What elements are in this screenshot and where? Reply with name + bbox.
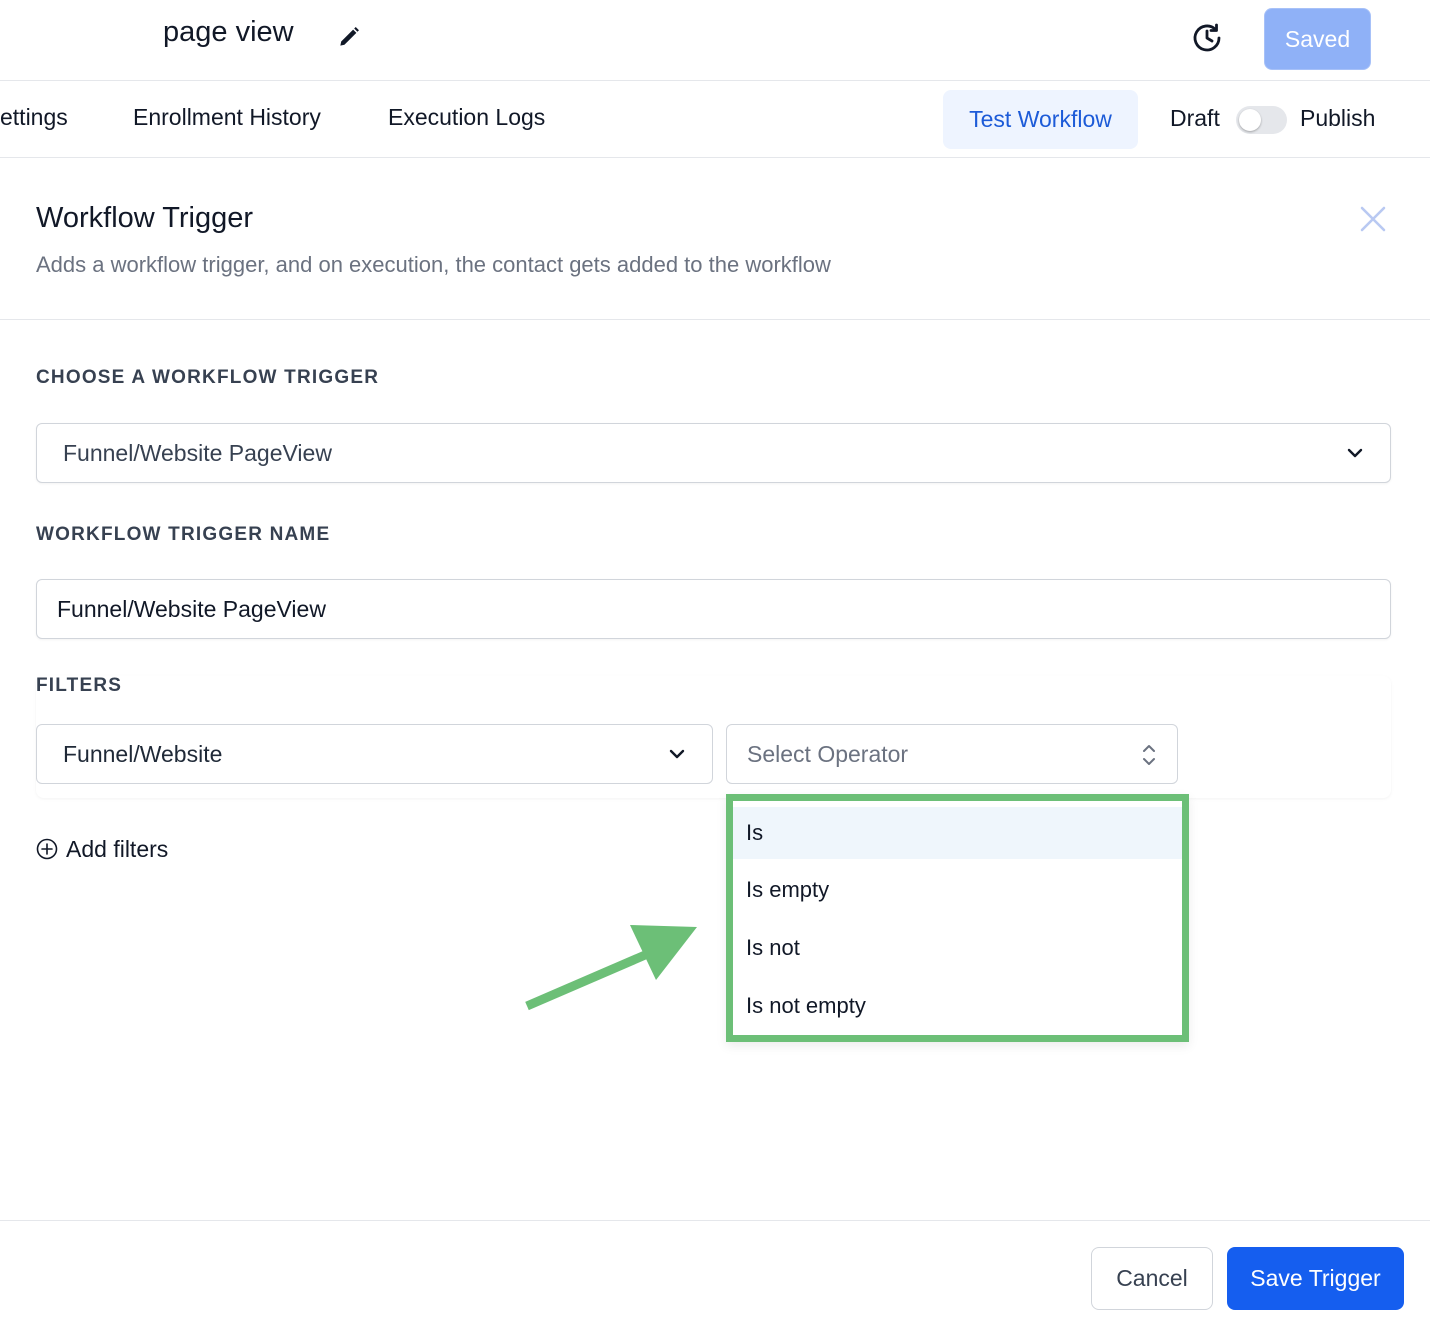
toggle-knob [1239, 109, 1261, 131]
trigger-name-label: WORKFLOW TRIGGER NAME [36, 524, 331, 545]
draft-label: Draft [1170, 105, 1220, 131]
cancel-button[interactable]: Cancel [1091, 1247, 1213, 1310]
add-filters-button[interactable]: Add filters [36, 834, 168, 864]
choose-trigger-label: CHOOSE A WORKFLOW TRIGGER [36, 367, 380, 388]
tab-enrollment-history[interactable]: Enrollment History [133, 104, 321, 131]
panel-subtitle: Adds a workflow trigger, and on executio… [36, 252, 831, 277]
workflow-title[interactable]: page view [163, 16, 294, 49]
workflow-editor: page view Saved ettings Enrollment Histo… [0, 0, 1430, 1336]
pencil-icon[interactable] [336, 24, 362, 50]
trigger-name-input[interactable]: Funnel/Website PageView [36, 579, 1391, 639]
add-filters-label: Add filters [66, 835, 169, 862]
chevron-down-icon [1347, 448, 1363, 458]
operator-dropdown: Is Is empty Is not Is not empty [726, 794, 1189, 1042]
saved-button[interactable]: Saved [1264, 8, 1371, 70]
operator-select[interactable]: Select Operator [726, 724, 1178, 784]
trigger-name-value: Funnel/Website PageView [57, 596, 326, 622]
close-icon[interactable] [1357, 203, 1389, 235]
history-icon[interactable] [1189, 20, 1225, 56]
filter-field-select[interactable]: Funnel/Website [36, 724, 713, 784]
panel-header: Workflow Trigger Adds a workflow trigger… [0, 158, 1430, 320]
trigger-select[interactable]: Funnel/Website PageView [36, 423, 1391, 483]
panel-footer: Cancel Save Trigger [0, 1220, 1430, 1336]
operator-option-is-empty[interactable]: Is empty [733, 864, 1182, 916]
operator-placeholder: Select Operator [747, 741, 909, 767]
operator-option-is-not-empty[interactable]: Is not empty [733, 980, 1182, 1032]
filter-field-value: Funnel/Website [63, 741, 223, 767]
publish-toggle[interactable] [1236, 106, 1287, 134]
test-workflow-button[interactable]: Test Workflow [943, 90, 1138, 149]
operator-option-is-not[interactable]: Is not [733, 922, 1182, 974]
trigger-select-value: Funnel/Website PageView [63, 440, 332, 466]
tab-execution-logs[interactable]: Execution Logs [388, 104, 545, 131]
annotation-arrow-icon [525, 925, 697, 1011]
top-bar: page view Saved [0, 0, 1430, 81]
tab-bar: ettings Enrollment History Execution Log… [0, 81, 1430, 158]
publish-label: Publish [1300, 105, 1376, 131]
operator-option-is[interactable]: Is [733, 807, 1182, 859]
chevron-down-icon [669, 749, 685, 759]
save-trigger-button[interactable]: Save Trigger [1227, 1247, 1404, 1310]
plus-circle-icon [36, 838, 58, 860]
sort-icon [1143, 745, 1155, 765]
tab-settings[interactable]: ettings [0, 104, 68, 131]
panel-title: Workflow Trigger [36, 202, 254, 234]
